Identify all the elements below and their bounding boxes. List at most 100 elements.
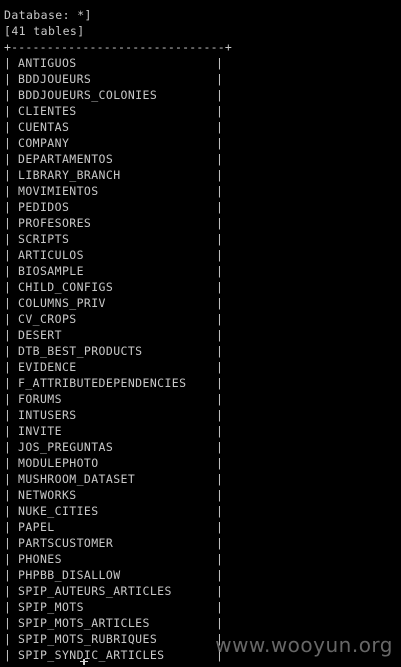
table-right-border: | [216,520,223,534]
table-row: | NUKE_CITIES | [4,503,401,519]
table-name-cell: EVIDENCE [18,360,77,374]
table-name-cell: PHPBB_DISALLOW [18,568,121,582]
table-name-cell: DTB_BEST_PRODUCTS [18,344,143,358]
database-line: Database: *] [4,8,92,22]
table-right-border: | [216,104,223,118]
table-row: | ANTIGUOS | [4,55,401,71]
table-right-border: | [216,536,223,550]
table-row: | BDDJOUEURS_COLONIES | [4,87,401,103]
table-list: | ANTIGUOS | | BDDJOUEURS | | BDDJOUEURS_COLONI… [4,55,401,663]
table-row: | SCRIPTS | [4,231,401,247]
table-name-cell: CHILD_CONFIGS [18,280,114,294]
table-right-border: | [216,264,223,278]
table-right-border: | [216,504,223,518]
table-right-border: | [216,280,223,294]
table-row: | SPIP_AUTEURS_ARTICLES | [4,583,401,599]
table-name-cell: FORUMS [18,392,62,406]
table-right-border: | [216,584,223,598]
table-left-border: | [4,168,11,182]
table-row: | CUENTAS | [4,119,401,135]
table-right-border: | [216,488,223,502]
table-row: | PROFESORES | [4,215,401,231]
table-right-border: | [216,424,223,438]
table-left-border: | [4,504,11,518]
table-row: | ARTICULOS | [4,247,401,263]
table-name-cell: CV_CROPS [18,312,77,326]
table-row: | INVITE | [4,423,401,439]
table-row: | CV_CROPS | [4,311,401,327]
table-left-border: | [4,72,11,86]
table-left-border: | [4,88,11,102]
table-name-cell: SPIP_AUTEURS_ARTICLES [18,584,172,598]
table-right-border: | [216,232,223,246]
table-right-border: | [216,344,223,358]
table-row: | PARTSCUSTOMER | [4,535,401,551]
table-right-border: | [216,88,223,102]
mouse-cursor-icon [80,659,88,665]
table-left-border: | [4,632,11,646]
table-right-border: | [216,56,223,70]
table-name-cell: CUENTAS [18,120,70,134]
table-name-cell: ANTIGUOS [18,56,77,70]
table-name-cell: BDDJOUEURS_COLONIES [18,88,158,102]
table-row: | BDDJOUEURS | [4,71,401,87]
table-left-border: | [4,104,11,118]
table-right-border: | [216,248,223,262]
table-name-cell: DESERT [18,328,62,342]
table-row: | MOVIMIENTOS | [4,183,401,199]
table-name-cell: SPIP_MOTS [18,600,84,614]
table-row: | COMPANY | [4,135,401,151]
terminal-output: Database: *] [41 tables] +--------------… [4,7,401,663]
table-row: | BIOSAMPLE | [4,263,401,279]
table-left-border: | [4,312,11,326]
table-left-border: | [4,136,11,150]
table-row: | NETWORKS | [4,487,401,503]
table-left-border: | [4,520,11,534]
table-name-cell: MOVIMIENTOS [18,184,99,198]
table-left-border: | [4,56,11,70]
table-left-border: | [4,552,11,566]
table-name-cell: BIOSAMPLE [18,264,84,278]
table-right-border: | [216,392,223,406]
table-row: | JOS_PREGUNTAS | [4,439,401,455]
table-right-border: | [216,456,223,470]
table-left-border: | [4,264,11,278]
table-name-cell: BDDJOUEURS [18,72,92,86]
watermark-text: www.wooyun.org [215,633,393,657]
table-right-border: | [216,120,223,134]
table-right-border: | [216,440,223,454]
table-left-border: | [4,648,11,662]
table-left-border: | [4,584,11,598]
table-name-cell: MODULEPHOTO [18,456,99,470]
table-right-border: | [216,168,223,182]
table-name-cell: F_ATTRIBUTEDEPENDENCIES [18,376,187,390]
table-row: | DESERT | [4,327,401,343]
table-border-top: +------------------------------+ [4,40,232,54]
table-right-border: | [216,472,223,486]
table-left-border: | [4,536,11,550]
table-name-cell: COMPANY [18,136,70,150]
table-row: | LIBRARY_BRANCH | [4,167,401,183]
table-left-border: | [4,600,11,614]
table-row: | CHILD_CONFIGS | [4,279,401,295]
table-right-border: | [216,296,223,310]
table-row: | PAPEL | [4,519,401,535]
table-row: | CLIENTES | [4,103,401,119]
table-left-border: | [4,344,11,358]
table-name-cell: SPIP_MOTS_ARTICLES [18,616,150,630]
table-name-cell: NUKE_CITIES [18,504,99,518]
table-row: | PEDIDOS | [4,199,401,215]
table-row: | SPIP_MOTS_ARTICLES | [4,615,401,631]
table-name-cell: PHONES [18,552,62,566]
table-name-cell: SPIP_MOTS_RUBRIQUES [18,632,158,646]
table-row: | COLUMNS_PRIV | [4,295,401,311]
table-right-border: | [216,184,223,198]
table-left-border: | [4,456,11,470]
table-name-cell: JOS_PREGUNTAS [18,440,114,454]
table-name-cell: ARTICULOS [18,248,84,262]
table-row: | DTB_BEST_PRODUCTS | [4,343,401,359]
table-left-border: | [4,376,11,390]
table-name-cell: SCRIPTS [18,232,70,246]
table-row: | INTUSERS | [4,407,401,423]
table-left-border: | [4,568,11,582]
